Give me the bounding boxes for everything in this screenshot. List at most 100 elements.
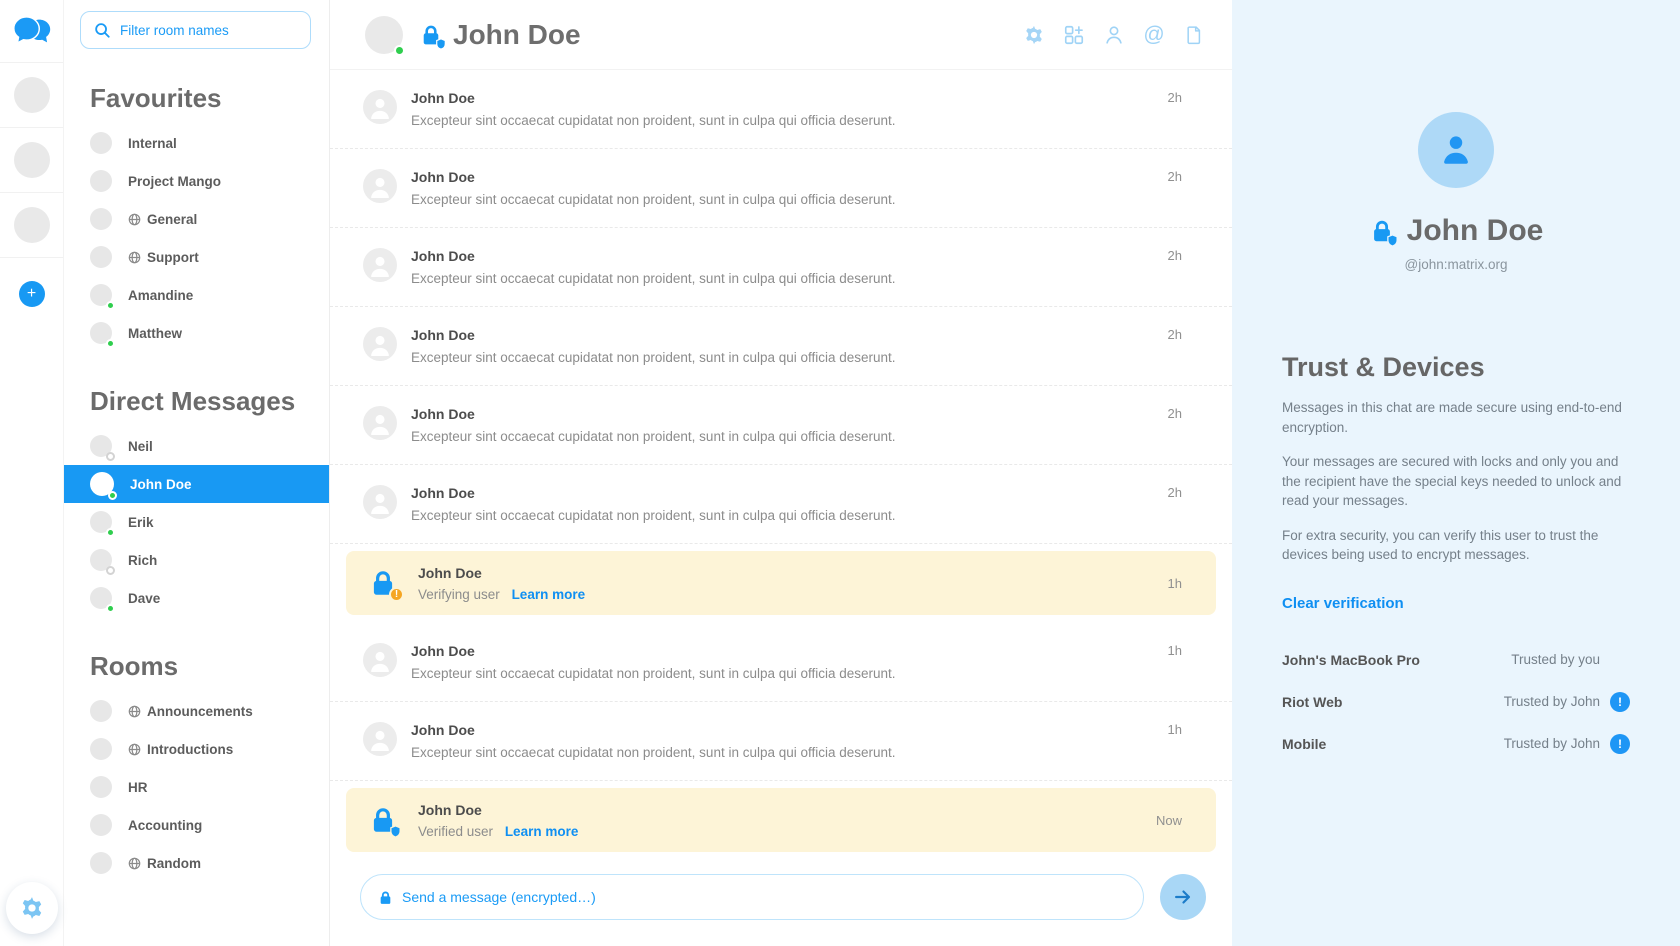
sidebar-item[interactable]: Neil xyxy=(64,427,329,465)
sidebar-item[interactable]: Erik xyxy=(64,503,329,541)
room-avatar xyxy=(90,738,112,760)
room-avatar xyxy=(90,549,112,571)
lock-icon: ! xyxy=(368,805,398,835)
sidebar-item[interactable]: Rich xyxy=(64,541,329,579)
community-avatar[interactable] xyxy=(14,142,50,178)
shield-badge-icon xyxy=(435,38,447,50)
device-trust-label: Trusted by you xyxy=(1511,652,1600,667)
globe-icon xyxy=(128,251,141,264)
message-text: Excepteur sint occaecat cupidatat non pr… xyxy=(411,429,896,444)
verification-status: Verifying user xyxy=(418,587,500,602)
message: John Doe Excepteur sint occaecat cupidat… xyxy=(330,702,1232,781)
globe-icon xyxy=(128,857,141,870)
room-avatar xyxy=(90,284,112,306)
sidebar-item[interactable]: Matthew xyxy=(64,314,329,352)
sender-avatar xyxy=(363,643,397,677)
settings-button[interactable] xyxy=(6,882,58,934)
message-text: Excepteur sint occaecat cupidatat non pr… xyxy=(411,508,896,523)
message-body: John Doe Excepteur sint occaecat cupidat… xyxy=(411,90,896,148)
info-icon[interactable]: ! xyxy=(1610,734,1630,754)
message-timestamp: 2h xyxy=(1168,327,1182,385)
room-avatar xyxy=(90,472,114,496)
message-timestamp: 1h xyxy=(1168,576,1182,591)
encrypted-lock-icon xyxy=(419,23,443,47)
sender-avatar xyxy=(363,248,397,282)
message-timestamp: 2h xyxy=(1168,248,1182,306)
learn-more-link[interactable]: Learn more xyxy=(505,824,579,839)
sidebar-item-label: Dave xyxy=(128,591,160,606)
verified-lock-icon xyxy=(1369,218,1395,244)
globe-icon xyxy=(128,743,141,756)
sidebar-item[interactable]: Random xyxy=(64,844,329,882)
device-list: John's MacBook Pro Trusted by you ! Riot… xyxy=(1282,639,1630,765)
verification-body: John Doe Verified user Learn more xyxy=(418,802,578,839)
sidebar-item[interactable]: Introductions xyxy=(64,730,329,768)
room-avatar xyxy=(90,776,112,798)
community-avatar[interactable] xyxy=(14,207,50,243)
sidebar-item-label: John Doe xyxy=(130,477,192,492)
chat-title: John Doe xyxy=(453,19,581,51)
member-user-id: @john:matrix.org xyxy=(1282,257,1630,272)
send-arrow-icon xyxy=(1172,886,1194,908)
sender-avatar xyxy=(363,169,397,203)
clear-verification-link[interactable]: Clear verification xyxy=(1282,595,1404,612)
sidebar-item[interactable]: Project Mango xyxy=(64,162,329,200)
direct-messages-list: Neil John Doe Erik Rich Dave xyxy=(64,427,329,617)
sidebar-item[interactable]: General xyxy=(64,200,329,238)
add-community-button[interactable]: + xyxy=(19,281,45,307)
presence-dot xyxy=(394,45,405,56)
sidebar-item[interactable]: Internal xyxy=(64,124,329,162)
room-avatar xyxy=(90,587,112,609)
message-input[interactable]: Send a message (encrypted…) xyxy=(360,874,1144,920)
device-trust-label: Trusted by John xyxy=(1504,736,1600,751)
message-timestamp: 2h xyxy=(1168,485,1182,543)
app-logo[interactable] xyxy=(0,0,63,62)
room-avatar xyxy=(90,511,112,533)
mentions-icon[interactable]: @ xyxy=(1142,23,1166,47)
sidebar-item[interactable]: Amandine xyxy=(64,276,329,314)
message-timestamp: 2h xyxy=(1168,169,1182,227)
sidebar-item[interactable]: Announcements xyxy=(64,692,329,730)
learn-more-link[interactable]: Learn more xyxy=(512,587,586,602)
sidebar-item[interactable]: Accounting xyxy=(64,806,329,844)
info-icon[interactable]: ! xyxy=(1610,692,1630,712)
trust-devices-title: Trust & Devices xyxy=(1282,352,1630,383)
message-timestamp: 1h xyxy=(1168,643,1182,701)
message-body: John Doe Excepteur sint occaecat cupidat… xyxy=(411,722,896,780)
member-info-panel: John Doe @john:matrix.org Trust & Device… xyxy=(1232,0,1680,946)
sidebar-item[interactable]: Dave xyxy=(64,579,329,617)
message-timestamp: Now xyxy=(1156,813,1182,828)
send-button[interactable] xyxy=(1160,874,1206,920)
room-avatar xyxy=(90,246,112,268)
room-avatar xyxy=(90,208,112,230)
community-avatar[interactable] xyxy=(14,77,50,113)
sidebar-item-label: Internal xyxy=(128,136,177,151)
device-trust: Trusted by John ! xyxy=(1504,734,1630,754)
message-sender: John Doe xyxy=(411,643,896,659)
gear-icon xyxy=(19,895,45,921)
sidebar-item-label: Matthew xyxy=(128,326,182,341)
device-trust-label: Trusted by John xyxy=(1504,694,1600,709)
sidebar-item[interactable]: HR xyxy=(64,768,329,806)
section-title-direct-messages: Direct Messages xyxy=(90,386,329,417)
files-icon[interactable] xyxy=(1182,23,1206,47)
sidebar-item[interactable]: John Doe xyxy=(64,465,329,503)
sidebar-item-label: Support xyxy=(147,250,199,265)
message-sender: John Doe xyxy=(411,722,896,738)
presence-dot xyxy=(106,528,115,537)
message-text: Excepteur sint occaecat cupidatat non pr… xyxy=(411,192,896,207)
add-widget-icon[interactable] xyxy=(1062,23,1086,47)
search-input[interactable]: Filter room names xyxy=(80,11,311,49)
sidebar-item[interactable]: Support xyxy=(64,238,329,276)
verification-banner: ! John Doe Verified user Learn more Now xyxy=(346,788,1216,852)
trust-paragraph: Messages in this chat are made secure us… xyxy=(1282,398,1630,437)
warning-badge-icon: ! xyxy=(389,587,404,602)
sidebar-item-label: Amandine xyxy=(128,288,193,303)
member-avatar xyxy=(1418,112,1494,188)
sidebar-item-label: General xyxy=(147,212,197,227)
verification-banner: ! John Doe Verifying user Learn more 1h xyxy=(346,551,1216,615)
room-settings-icon[interactable] xyxy=(1022,23,1046,47)
members-icon[interactable] xyxy=(1102,23,1126,47)
member-display-name: John Doe xyxy=(1407,214,1544,248)
message: John Doe Excepteur sint occaecat cupidat… xyxy=(330,465,1232,544)
